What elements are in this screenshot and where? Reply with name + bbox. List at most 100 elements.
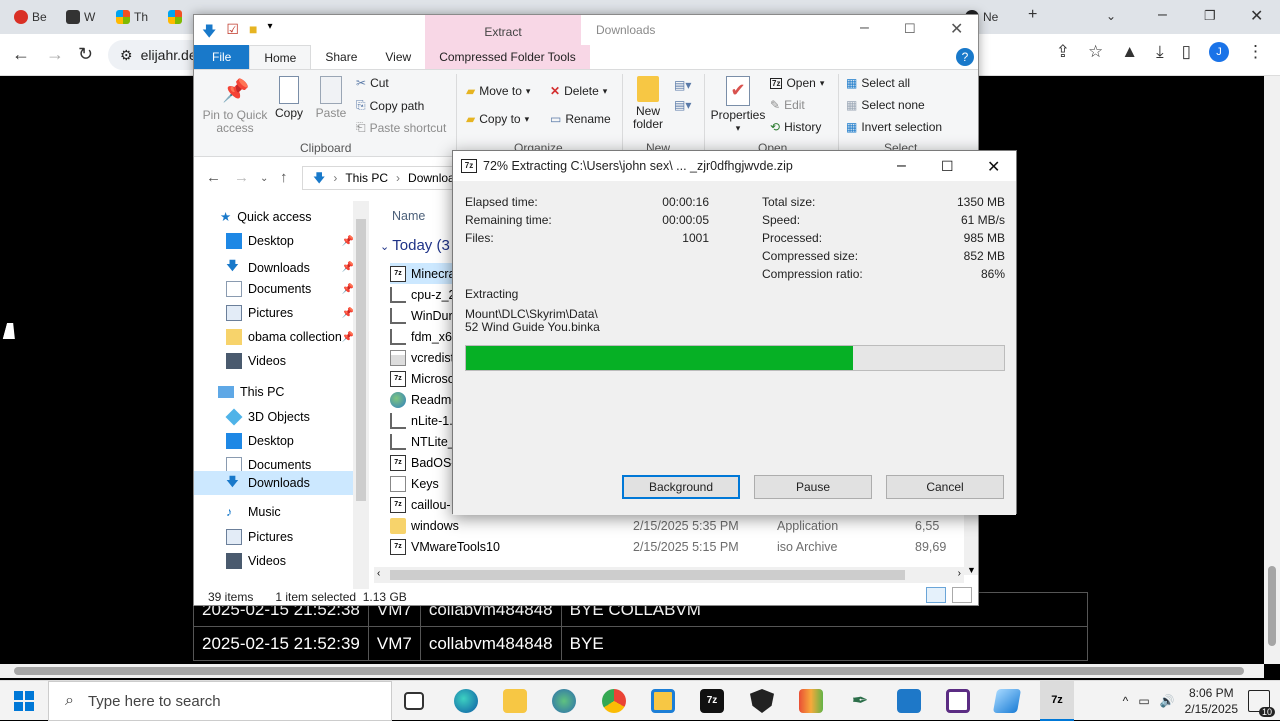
close-icon[interactable]: ✕ xyxy=(950,19,963,39)
scroll-down-arrow-icon[interactable]: ▼ xyxy=(967,565,976,575)
cancel-button[interactable]: Cancel xyxy=(886,475,1004,499)
sidebar-item-obama-collection[interactable]: obama collection 📌 xyxy=(226,329,354,345)
group-header-today[interactable]: ⌄ Today (3 xyxy=(380,237,450,254)
recent-locations-chevron-icon[interactable]: ⌄ xyxy=(260,173,268,184)
sidebar-item-desktop-pc[interactable]: Desktop xyxy=(226,433,294,449)
scroll-left-arrow-icon[interactable]: ‹ xyxy=(377,568,380,579)
sidebar-item-music[interactable]: ♪ Music xyxy=(226,505,281,519)
minimize-icon[interactable]: – xyxy=(860,19,869,37)
pin-to-quick-access-button[interactable]: 📌 Pin to Quick access xyxy=(200,76,270,135)
speaker-icon[interactable]: 🔊 xyxy=(1160,694,1175,708)
sidebar-item-videos[interactable]: Videos xyxy=(226,353,286,369)
sidebar-item-documents[interactable]: Documents 📌 xyxy=(226,281,354,297)
sidebar-item-desktop[interactable]: Desktop 📌 xyxy=(226,233,354,249)
minimize-icon[interactable]: – xyxy=(897,157,906,175)
scrollbar-thumb[interactable] xyxy=(14,667,1244,675)
edge-icon[interactable] xyxy=(454,689,478,713)
sidebar-item-pictures-pc[interactable]: Pictures xyxy=(226,529,293,545)
breadcrumb-this-pc[interactable]: This PC xyxy=(345,167,388,189)
forward-arrow-icon[interactable]: → xyxy=(234,169,249,186)
reload-icon[interactable]: ↻ xyxy=(78,44,93,65)
app-icon[interactable] xyxy=(651,689,675,713)
page-horizontal-scrollbar[interactable] xyxy=(0,664,1264,678)
delete-button[interactable]: ✕ Delete ▾ xyxy=(550,84,607,98)
open-button[interactable]: 7z Open ▾ xyxy=(770,76,824,90)
select-none-button[interactable]: ▦ Select none xyxy=(846,98,925,112)
move-to-button[interactable]: ▰ Move to ▾ xyxy=(466,84,530,98)
extension-icon[interactable]: ▲ xyxy=(1121,42,1138,62)
notification-center-icon[interactable]: 10 xyxy=(1248,690,1275,717)
pen-icon[interactable]: ✒ xyxy=(848,689,872,713)
new-tab-button[interactable]: + xyxy=(1028,6,1037,24)
copy-path-button[interactable]: ⎘ Copy path xyxy=(356,98,424,113)
tab-view[interactable]: View xyxy=(371,45,425,69)
close-icon[interactable]: ✕ xyxy=(987,157,1000,177)
7zip-icon[interactable]: 7z xyxy=(700,689,724,713)
task-view-icon[interactable] xyxy=(404,692,424,710)
column-header-name[interactable]: Name xyxy=(392,209,425,223)
tab-share[interactable]: Share xyxy=(311,45,371,69)
tab-home[interactable]: Home xyxy=(249,45,312,69)
share-icon[interactable]: ⇪ xyxy=(1056,42,1070,62)
menu-kebab-icon[interactable]: ⋮ xyxy=(1247,42,1264,62)
browser-tab[interactable] xyxy=(168,8,182,26)
url-field[interactable]: ⚙ elijahr.de xyxy=(108,40,198,70)
close-icon[interactable]: ✕ xyxy=(1250,6,1263,26)
7zip-active-icon[interactable]: 7z xyxy=(1040,681,1074,721)
pause-button[interactable]: Pause xyxy=(754,475,872,499)
profile-avatar[interactable]: J xyxy=(1209,42,1229,62)
nav-pane-scrollbar[interactable] xyxy=(353,201,369,589)
new-item-buttons[interactable]: ▤▾ ▤▾ xyxy=(674,78,691,112)
invert-selection-button[interactable]: ▦ Invert selection xyxy=(846,120,942,134)
sidebar-item-pictures[interactable]: Pictures 📌 xyxy=(226,305,354,321)
scroll-right-arrow-icon[interactable]: › xyxy=(958,568,961,579)
cpu-icon[interactable] xyxy=(946,689,970,713)
paste-button[interactable]: Paste xyxy=(312,76,350,120)
minimize-icon[interactable]: – xyxy=(1158,6,1167,24)
nav-quick-access[interactable]: ★ Quick access xyxy=(220,209,312,225)
scrollbar-thumb[interactable] xyxy=(1268,566,1276,646)
chevron-up-icon[interactable]: ^ xyxy=(1123,694,1129,708)
breadcrumb-downloads[interactable]: Downloa xyxy=(408,167,455,189)
file-explorer-icon[interactable] xyxy=(503,689,527,713)
properties-button[interactable]: ✔ Properties ▾ xyxy=(710,76,766,135)
details-view-icon[interactable] xyxy=(926,587,946,603)
help-icon[interactable]: ? xyxy=(956,48,974,66)
edit-button[interactable]: ✎ Edit xyxy=(770,98,805,112)
scrollbar-thumb[interactable] xyxy=(390,570,905,580)
table-row[interactable]: windows 2/15/2025 5:35 PM Application 6,55 xyxy=(390,515,950,536)
sidebar-item-3d-objects[interactable]: 3D Objects xyxy=(225,408,310,426)
file-list-horizontal-scrollbar[interactable]: ‹ › xyxy=(374,567,964,583)
clock[interactable]: 8:06 PM 2/15/2025 xyxy=(1185,685,1238,717)
copy-to-button[interactable]: ▰ Copy to ▾ xyxy=(466,112,529,126)
new-folder-qa-icon[interactable]: ■ xyxy=(249,21,257,45)
defender-icon[interactable] xyxy=(750,689,774,713)
chrome-icon[interactable] xyxy=(602,689,626,713)
up-arrow-icon[interactable]: ↑ xyxy=(280,169,288,186)
taskbar-search-box[interactable]: ⌕ Type here to search xyxy=(48,681,392,721)
select-all-button[interactable]: ▦ Select all xyxy=(846,76,910,90)
new-folder-button[interactable]: New folder xyxy=(626,76,670,131)
download-icon[interactable]: ⤓ xyxy=(1156,42,1164,62)
browser-tab[interactable]: Th xyxy=(116,8,148,26)
tab-search-chevron-icon[interactable]: ⌄ xyxy=(1106,9,1116,23)
network-icon[interactable]: ▭ xyxy=(1138,694,1149,708)
maximize-icon[interactable]: ☐ xyxy=(941,158,954,175)
office-icon[interactable] xyxy=(799,689,823,713)
table-row[interactable]: 7z VMwareTools10 2/15/2025 5:15 PM iso Arch… xyxy=(390,536,950,557)
rename-button[interactable]: ▭ Rename xyxy=(550,112,611,126)
extract-contextual-tab[interactable]: Extract xyxy=(425,15,581,45)
maximize-icon[interactable]: ☐ xyxy=(904,21,916,37)
back-arrow-icon[interactable]: ← xyxy=(12,44,30,65)
scrollbar-thumb[interactable] xyxy=(356,219,366,501)
start-windows-icon[interactable] xyxy=(14,691,34,711)
site-settings-icon[interactable]: ⚙ xyxy=(120,47,133,63)
browser-icon[interactable] xyxy=(552,689,576,713)
qa-dropdown-icon[interactable]: ▾ xyxy=(267,21,272,45)
cut-button[interactable]: ✂ Cut xyxy=(356,76,389,90)
properties-check-icon[interactable]: ☑ xyxy=(226,21,239,45)
paste-shortcut-button[interactable]: ⎗ Paste shortcut xyxy=(356,120,446,135)
forward-arrow-icon[interactable]: → xyxy=(46,44,64,65)
background-button[interactable]: Background xyxy=(622,475,740,499)
side-panel-icon[interactable]: ▯ xyxy=(1182,42,1191,62)
